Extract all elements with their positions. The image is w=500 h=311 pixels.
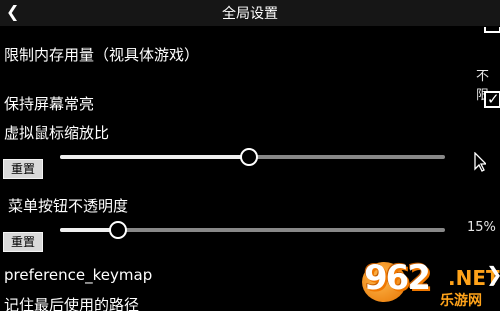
- preference-keymap-label[interactable]: preference_keymap: [4, 266, 152, 284]
- chevron-right-icon[interactable]: ❯: [486, 262, 500, 286]
- mouse-scale-thumb[interactable]: [239, 148, 258, 166]
- keep-screen-on-label: 保持屏幕常亮: [4, 95, 95, 113]
- mouse-scale-label: 虚拟鼠标缩放比: [4, 124, 110, 142]
- default-controller-checkbox[interactable]: [484, 27, 500, 33]
- watermark-logo: 962: [364, 258, 431, 298]
- mouse-pointer-icon: [474, 152, 486, 172]
- remember-path-label: 记住最后使用的路径: [4, 296, 140, 311]
- menu-opacity-thumb[interactable]: [108, 221, 127, 239]
- watermark: 962 .NET 乐游网: [356, 254, 500, 311]
- mouse-scale-reset-button[interactable]: 重置: [3, 159, 43, 179]
- page-title: 全局设置: [222, 6, 278, 22]
- menu-opacity-reset-button[interactable]: 重置: [3, 232, 43, 252]
- mouse-scale-fill: [60, 155, 249, 159]
- keep-screen-on-checkbox[interactable]: ✓: [484, 90, 500, 108]
- check-icon: ✓: [487, 90, 500, 108]
- memory-limit-label: 限制内存用量（视具体游戏）: [4, 46, 200, 64]
- menu-opacity-value: 15%: [467, 220, 496, 235]
- watermark-site-name: 乐游网: [440, 293, 482, 309]
- menu-opacity-label: 菜单按钮不透明度: [8, 197, 129, 215]
